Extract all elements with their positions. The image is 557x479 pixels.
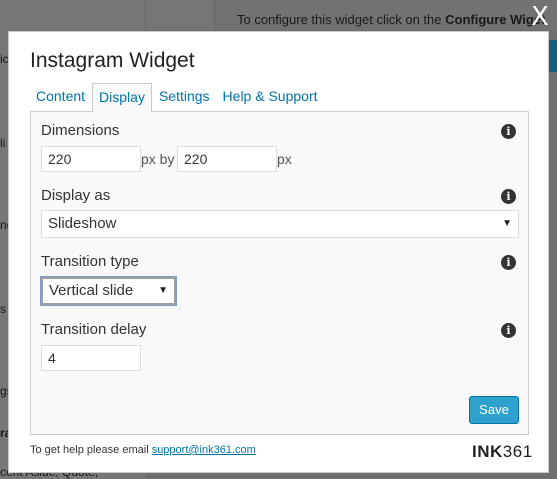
info-icon[interactable]: i [501, 255, 516, 270]
display-as-label: Display as [41, 187, 111, 204]
tab-settings[interactable]: Settings [153, 83, 216, 111]
instagram-widget-dialog: Instagram Widget Content Display Setting… [8, 31, 549, 473]
transition-type-select[interactable]: Vertical slide ▼ [40, 276, 177, 306]
transition-delay-label: Transition delay [41, 321, 147, 338]
transition-type-label: Transition type [41, 253, 139, 270]
tab-bar: Content Display Settings Help & Support [30, 83, 325, 113]
display-as-value: Slideshow [48, 215, 117, 232]
height-input[interactable]: 220 [177, 146, 277, 172]
info-icon[interactable]: i [501, 323, 516, 338]
tab-help-support[interactable]: Help & Support [217, 83, 324, 111]
save-button[interactable]: Save [469, 396, 519, 424]
transition-delay-input[interactable]: 4 [41, 345, 141, 371]
tab-content[interactable]: Content [30, 83, 91, 111]
chevron-down-icon: ▼ [158, 285, 168, 296]
dialog-title: Instagram Widget [30, 49, 195, 72]
close-icon[interactable]: X [531, 2, 549, 32]
tab-display[interactable]: Display [92, 83, 152, 113]
display-as-select[interactable]: Slideshow ▼ [41, 210, 519, 238]
display-settings-panel: Dimensions i 220 px by 220 px Display as… [30, 111, 529, 435]
dimensions-label: Dimensions [41, 122, 120, 139]
background-configure-hint: To configure this widget click on the Co… [237, 12, 546, 27]
background-fragment: li [0, 136, 6, 150]
background-column [145, 0, 214, 30]
info-icon[interactable]: i [501, 189, 516, 204]
chevron-down-icon: ▼ [502, 218, 512, 229]
px-by-label: px by [141, 151, 175, 167]
help-footer: To get help please email support@ink361.… [30, 444, 256, 456]
ink361-logo: INK361 [472, 442, 533, 461]
transition-type-value: Vertical slide [49, 282, 134, 299]
info-icon[interactable]: i [501, 124, 516, 139]
help-text: To get help please email [30, 444, 152, 456]
width-input[interactable]: 220 [41, 146, 141, 172]
px-label: px [277, 151, 292, 167]
background-blue-button [548, 40, 557, 72]
support-email-link[interactable]: support@ink361.com [152, 444, 256, 456]
